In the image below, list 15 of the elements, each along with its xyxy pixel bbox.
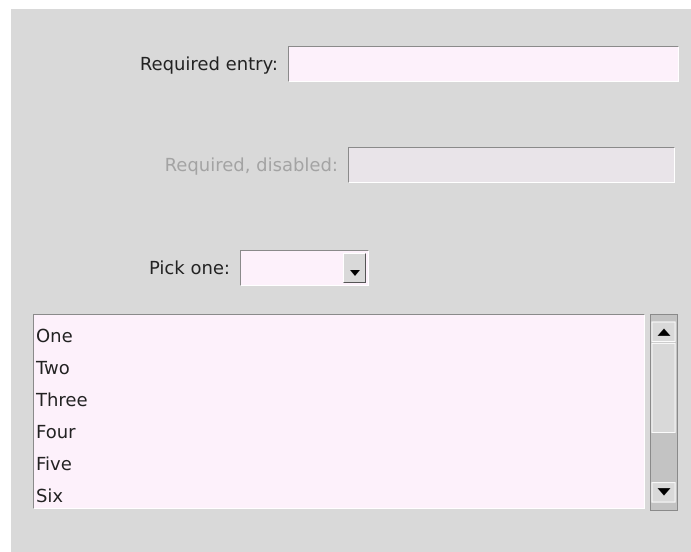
dropdown-arrow-icon[interactable]: [350, 270, 360, 276]
scrollbar[interactable]: [650, 314, 678, 511]
list-item[interactable]: Four: [36, 417, 642, 449]
input-field[interactable]: [288, 46, 679, 82]
list-item[interactable]: Two: [36, 353, 642, 385]
field-label: Pick one:: [148, 256, 231, 280]
list-item[interactable]: Five: [36, 449, 642, 481]
list-item[interactable]: Six: [36, 481, 642, 508]
field-label: Required entry:: [138, 52, 279, 76]
list-item[interactable]: Three: [36, 385, 642, 417]
scroll-down-icon[interactable]: [651, 482, 676, 503]
scrollbar-thumb[interactable]: [651, 342, 676, 433]
listbox[interactable]: One Two Three Four Five Six: [33, 314, 645, 509]
list-item[interactable]: One: [36, 321, 642, 353]
scroll-up-icon[interactable]: [651, 322, 676, 342]
